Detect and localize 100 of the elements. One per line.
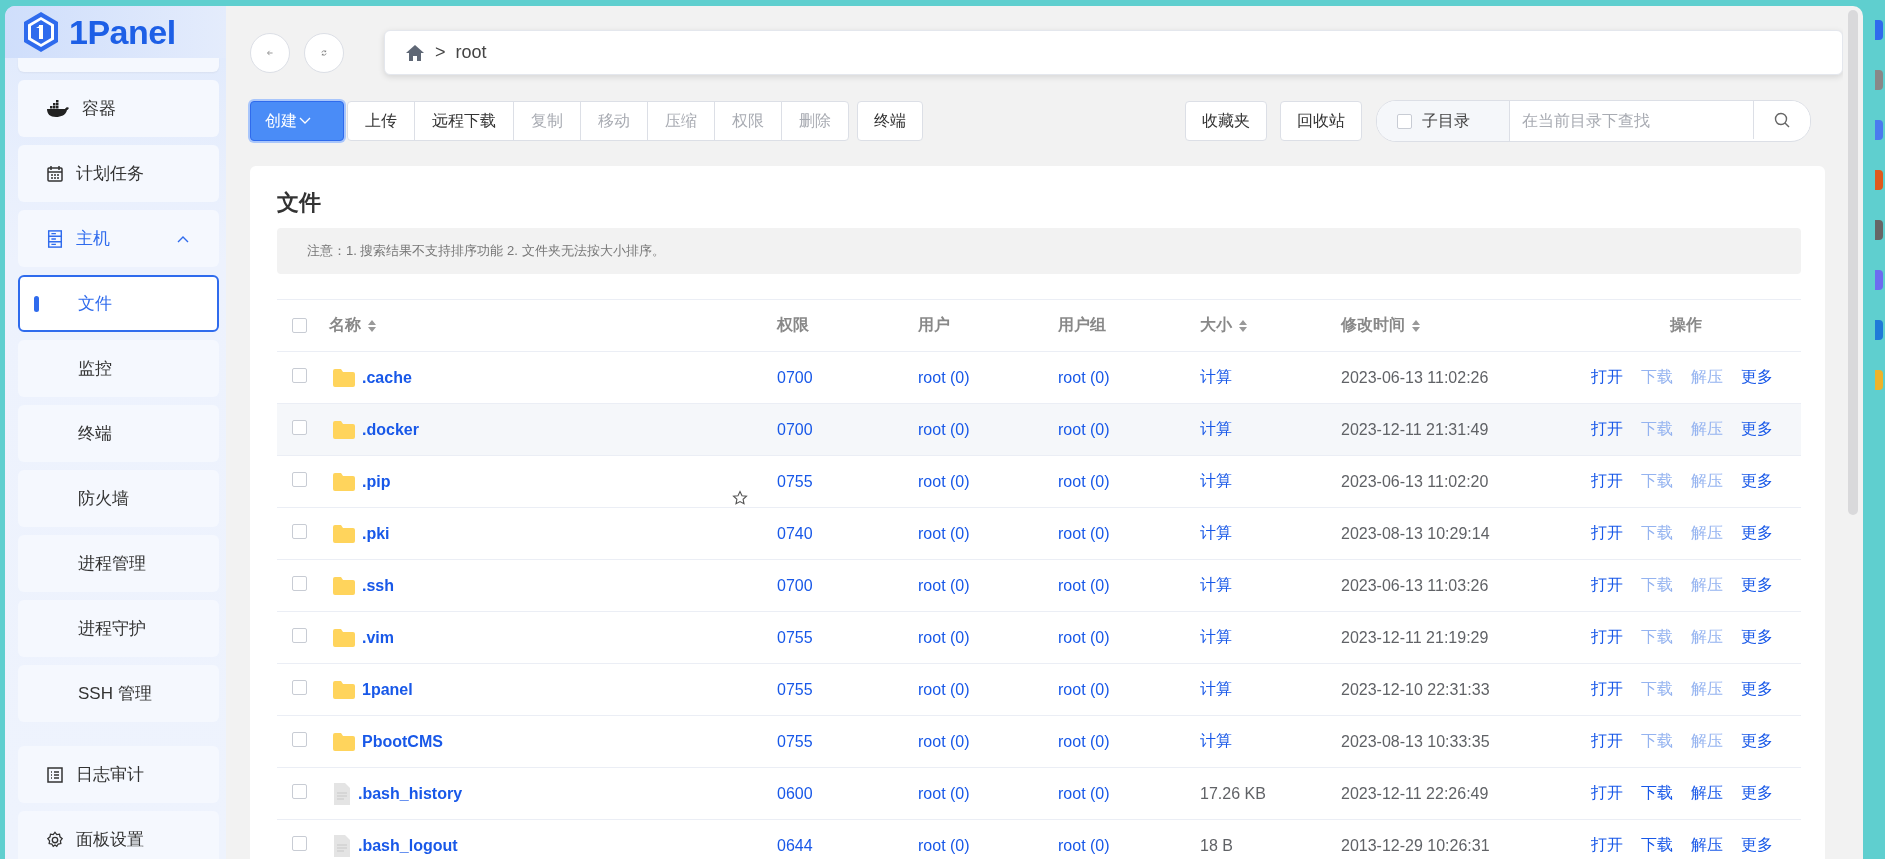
toolbar-button[interactable]: 回收站 <box>1280 101 1362 141</box>
sidebar-subitem[interactable]: 文件 <box>18 275 219 332</box>
action-link[interactable]: 打开 <box>1591 731 1623 752</box>
group-link[interactable]: root (0) <box>1058 420 1110 438</box>
sidebar-subitem[interactable]: SSH 管理 <box>18 665 219 722</box>
group-link[interactable]: root (0) <box>1058 680 1110 698</box>
compute-size-link[interactable]: 计算 <box>1200 420 1232 437</box>
file-name-link[interactable]: 1panel <box>362 680 413 699</box>
permission-link[interactable]: 0700 <box>777 368 813 386</box>
create-button[interactable]: 创建 <box>250 101 344 141</box>
user-link[interactable]: root (0) <box>918 524 970 542</box>
compute-size-link[interactable]: 计算 <box>1200 628 1232 645</box>
permission-link[interactable]: 0644 <box>777 836 813 854</box>
permission-link[interactable]: 0700 <box>777 420 813 438</box>
user-link[interactable]: root (0) <box>918 680 970 698</box>
permission-link[interactable]: 0755 <box>777 472 813 490</box>
action-link[interactable]: 打开 <box>1591 471 1623 492</box>
compute-size-link[interactable]: 计算 <box>1200 524 1232 541</box>
sidebar-subitem[interactable]: 进程管理 <box>18 535 219 592</box>
toolbar-button[interactable]: 收藏夹 <box>1185 101 1267 141</box>
action-link[interactable]: 下载 <box>1641 783 1673 804</box>
search-button[interactable] <box>1753 101 1810 139</box>
search-field[interactable]: 子目录 在当前目录下查找 <box>1376 100 1811 142</box>
checkbox[interactable] <box>292 784 307 799</box>
group-link[interactable]: root (0) <box>1058 576 1110 594</box>
terminal-button[interactable]: 终端 <box>857 101 923 141</box>
permission-link[interactable]: 0755 <box>777 680 813 698</box>
user-link[interactable]: root (0) <box>918 784 970 802</box>
action-link[interactable]: 更多 <box>1741 783 1773 804</box>
action-link[interactable]: 更多 <box>1741 731 1773 752</box>
checkbox[interactable] <box>292 368 307 383</box>
action-link[interactable]: 更多 <box>1741 835 1773 856</box>
sidebar-subitem[interactable]: 进程守护 <box>18 600 219 657</box>
path-segment[interactable]: root <box>455 42 487 63</box>
file-name-link[interactable]: .pip <box>362 472 391 491</box>
group-link[interactable]: root (0) <box>1058 836 1110 854</box>
action-link[interactable]: 打开 <box>1591 627 1623 648</box>
user-link[interactable]: root (0) <box>918 576 970 594</box>
compute-size-link[interactable]: 计算 <box>1200 680 1232 697</box>
refresh-button[interactable] <box>304 32 344 73</box>
file-name-link[interactable]: .bash_history <box>358 784 463 803</box>
column-header[interactable]: 修改时间 <box>1341 315 1421 336</box>
file-name-link[interactable]: .bash_logout <box>358 836 458 855</box>
file-name-link[interactable]: PbootCMS <box>362 732 443 751</box>
sidebar-subitem[interactable]: 终端 <box>18 405 219 462</box>
checkbox[interactable] <box>292 628 307 643</box>
user-link[interactable]: root (0) <box>918 472 970 490</box>
action-link[interactable]: 更多 <box>1741 523 1773 544</box>
action-link[interactable]: 打开 <box>1591 419 1623 440</box>
checkbox[interactable] <box>292 524 307 539</box>
toolbar-button[interactable]: 远程下载 <box>414 101 514 141</box>
app-icon[interactable] <box>1875 370 1883 390</box>
user-link[interactable]: root (0) <box>918 732 970 750</box>
checkbox[interactable] <box>1397 113 1412 129</box>
file-name-link[interactable]: .ssh <box>362 576 394 595</box>
permission-link[interactable]: 0700 <box>777 576 813 594</box>
group-link[interactable]: root (0) <box>1058 524 1110 542</box>
action-link[interactable]: 打开 <box>1591 367 1623 388</box>
action-link[interactable]: 解压 <box>1691 783 1723 804</box>
column-header[interactable]: 大小 <box>1200 315 1248 336</box>
action-link[interactable]: 更多 <box>1741 575 1773 596</box>
toolbar-button[interactable]: 上传 <box>347 101 415 141</box>
action-link[interactable]: 下载 <box>1641 835 1673 856</box>
sidebar-item[interactable]: 日志审计 <box>18 746 219 803</box>
group-link[interactable]: root (0) <box>1058 628 1110 646</box>
action-link[interactable]: 打开 <box>1591 679 1623 700</box>
sidebar-item[interactable]: 面板设置 <box>18 811 219 859</box>
user-link[interactable]: root (0) <box>918 628 970 646</box>
action-link[interactable]: 打开 <box>1591 783 1623 804</box>
sidebar-subitem[interactable]: 监控 <box>18 340 219 397</box>
app-icon[interactable] <box>1875 70 1883 90</box>
file-name-link[interactable]: .pki <box>362 524 390 543</box>
app-icon[interactable] <box>1875 220 1883 240</box>
compute-size-link[interactable]: 计算 <box>1200 576 1232 593</box>
app-icon[interactable] <box>1875 170 1883 190</box>
file-name-link[interactable]: .cache <box>362 368 412 387</box>
action-link[interactable]: 打开 <box>1591 835 1623 856</box>
app-icon[interactable] <box>1875 270 1883 290</box>
sidebar-subitem[interactable]: 防火墙 <box>18 470 219 527</box>
group-link[interactable]: root (0) <box>1058 784 1110 802</box>
checkbox[interactable] <box>292 472 307 487</box>
compute-size-link[interactable]: 计算 <box>1200 732 1232 749</box>
permission-link[interactable]: 0600 <box>777 784 813 802</box>
checkbox[interactable] <box>292 836 307 851</box>
checkbox[interactable] <box>292 732 307 747</box>
sidebar-item[interactable]: 主机 <box>18 210 219 267</box>
checkbox[interactable] <box>292 318 307 333</box>
sidebar-item[interactable]: 计划任务 <box>18 145 219 202</box>
permission-link[interactable]: 0740 <box>777 524 813 542</box>
back-button[interactable] <box>250 32 290 73</box>
checkbox[interactable] <box>292 680 307 695</box>
action-link[interactable]: 更多 <box>1741 679 1773 700</box>
action-link[interactable]: 更多 <box>1741 367 1773 388</box>
app-icon[interactable] <box>1875 120 1883 140</box>
permission-link[interactable]: 0755 <box>777 628 813 646</box>
user-link[interactable]: root (0) <box>918 420 970 438</box>
action-link[interactable]: 打开 <box>1591 575 1623 596</box>
app-icon[interactable] <box>1875 20 1883 40</box>
user-link[interactable]: root (0) <box>918 368 970 386</box>
action-link[interactable]: 更多 <box>1741 627 1773 648</box>
